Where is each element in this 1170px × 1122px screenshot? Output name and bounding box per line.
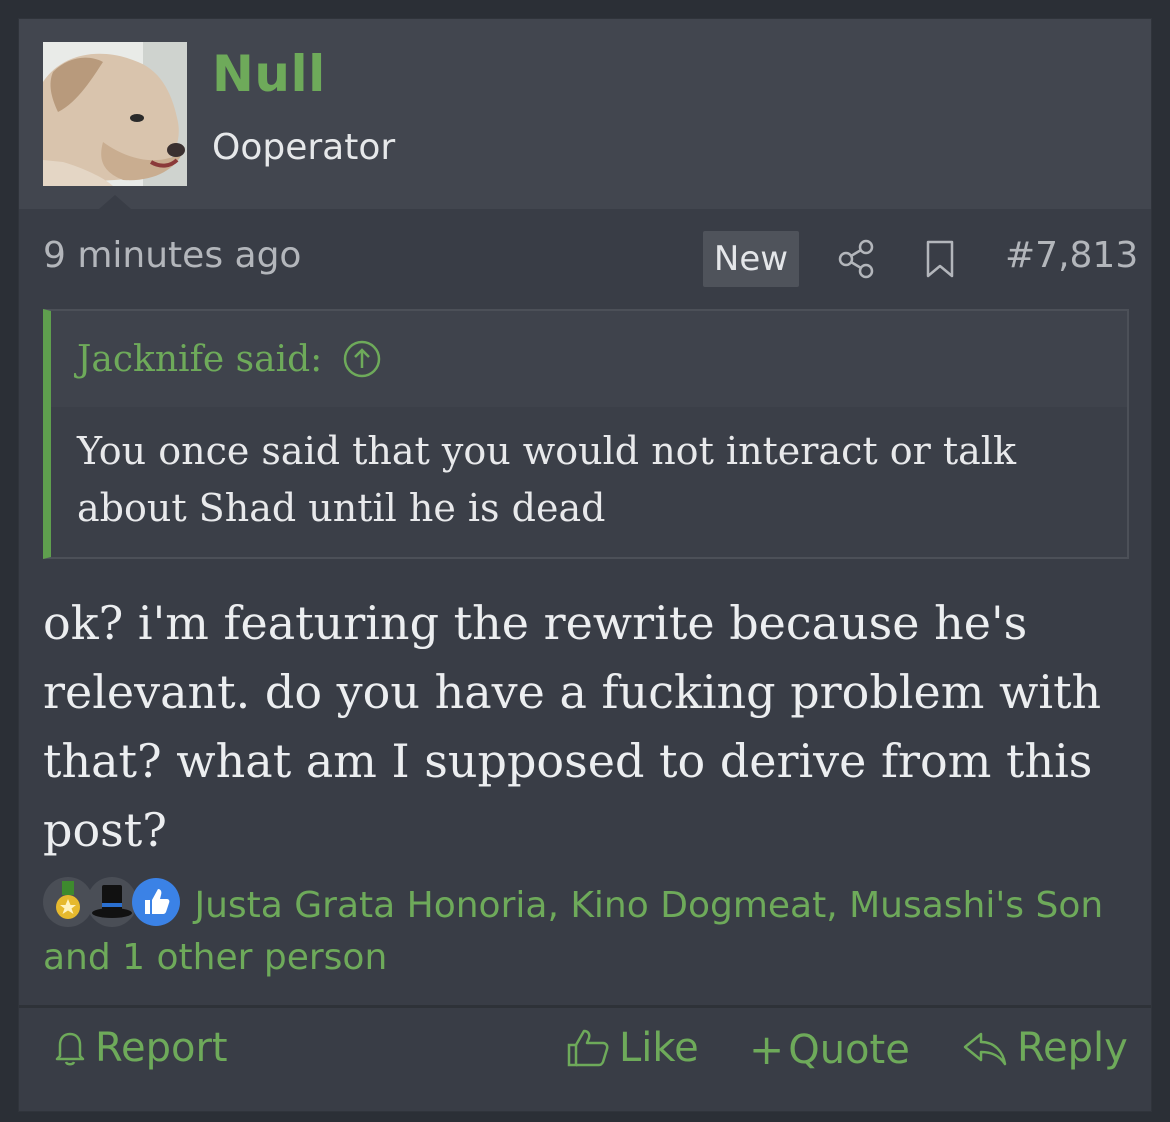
user-header: Null Ooperator bbox=[19, 19, 1151, 209]
share-icon[interactable] bbox=[837, 239, 875, 279]
post-message: ok? i'm featuring the rewrite because he… bbox=[43, 596, 1102, 857]
quote-button[interactable]: + Quote bbox=[749, 1025, 910, 1074]
thumbs-up-icon bbox=[132, 878, 180, 926]
dog-avatar-icon bbox=[43, 42, 187, 186]
bell-icon bbox=[55, 1032, 85, 1066]
new-badge: New bbox=[703, 231, 799, 287]
quote-label: Quote bbox=[788, 1026, 910, 1073]
top-hat-icon bbox=[87, 877, 137, 927]
report-label: Report bbox=[95, 1025, 228, 1071]
like-button[interactable]: Like bbox=[565, 1025, 699, 1071]
post-number[interactable]: #7,813 bbox=[1005, 235, 1138, 276]
header-pointer bbox=[99, 195, 131, 209]
avatar[interactable] bbox=[43, 42, 187, 186]
quote-header[interactable]: Jacknife said: bbox=[51, 311, 1127, 407]
user-title: Ooperator bbox=[212, 127, 396, 168]
arrow-up-circle-icon[interactable] bbox=[342, 339, 382, 379]
reply-button[interactable]: Reply bbox=[961, 1025, 1128, 1071]
reaction-users[interactable]: Justa Grata Honoria, Kino Dogmeat, Musas… bbox=[43, 885, 1103, 978]
post-timestamp[interactable]: 9 minutes ago bbox=[43, 235, 301, 276]
like-label: Like bbox=[619, 1025, 699, 1071]
reply-arrow-icon bbox=[963, 1032, 1007, 1066]
report-button[interactable]: Report bbox=[53, 1025, 228, 1071]
quote-attribution[interactable]: Jacknife said: bbox=[77, 339, 322, 380]
bookmark-icon[interactable] bbox=[923, 239, 957, 279]
thumbs-up-outline-icon bbox=[567, 1029, 609, 1067]
quote-block: Jacknife said: You once said that you wo… bbox=[43, 309, 1129, 559]
post-actions: Report Like + Quote Reply bbox=[19, 1019, 1151, 1083]
quote-text: You once said that you would not interac… bbox=[77, 429, 1016, 530]
medal-icon bbox=[43, 877, 93, 927]
username[interactable]: Null bbox=[212, 45, 326, 103]
reply-label: Reply bbox=[1017, 1025, 1128, 1071]
reactions-bar[interactable]: Justa Grata Honoria, Kino Dogmeat, Musas… bbox=[43, 877, 1123, 984]
reaction-icons[interactable] bbox=[43, 877, 183, 927]
plus-icon: + bbox=[749, 1025, 785, 1074]
forum-post: Null Ooperator 9 minutes ago New #7,813 … bbox=[18, 18, 1152, 1112]
footer-divider bbox=[19, 1005, 1151, 1008]
